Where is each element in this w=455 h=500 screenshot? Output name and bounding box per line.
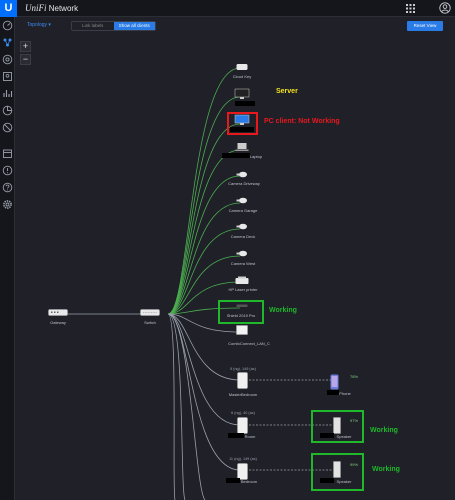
speaker1-client-icon[interactable]	[333, 417, 341, 434]
laptop-icon[interactable]	[235, 142, 249, 152]
gateway-device-icon[interactable]	[48, 309, 68, 316]
laptop-label: Laptop	[249, 154, 263, 159]
printer-label: HP Laser printer	[228, 287, 258, 292]
speaker2-signal-percent: 99%	[350, 462, 359, 467]
speaker1-signal-percent: 97%	[350, 418, 359, 423]
server-redacted-name	[235, 101, 255, 106]
camera-west-label: Camera West	[230, 261, 256, 266]
ap-masterbedroom-label: MasterBedroom	[228, 392, 258, 397]
pc-client-annotation: PC client: Not Working	[264, 118, 340, 125]
ap-bedroom-channels: 11 (ng), 149 (ac)	[229, 457, 257, 461]
ap-room-channels: 6 (ng), 40 (ac)	[231, 411, 255, 415]
printer-icon[interactable]	[235, 276, 249, 285]
switch-device-icon[interactable]	[140, 309, 160, 316]
ap-room-icon[interactable]	[237, 417, 248, 434]
link-offscreen-1	[167, 313, 206, 500]
camera-west-icon[interactable]	[236, 249, 248, 258]
camera-garage-icon[interactable]	[236, 196, 248, 205]
pc-client-monitor-icon[interactable]	[234, 114, 250, 126]
phone-label: Phone	[339, 391, 351, 396]
ap-room-redacted-name	[228, 433, 244, 438]
speaker1-annotation: Working	[370, 427, 398, 434]
switch-label: Switch	[144, 320, 156, 325]
speaker2-client-icon[interactable]	[333, 461, 341, 478]
speaker1-label: Speaker	[336, 434, 352, 439]
speaker2-annotation: Working	[372, 466, 400, 473]
phone-signal-percent: 78%	[350, 374, 359, 379]
camera-deck-icon[interactable]	[236, 222, 248, 231]
phone-client-icon[interactable]	[330, 374, 339, 390]
ap-bedroom-label: Bedroom	[240, 479, 258, 484]
shield-label: Shield 2019 Pro	[226, 313, 256, 318]
shield-device-icon[interactable]	[236, 304, 248, 308]
link-offscreen-3	[167, 313, 176, 500]
ap-masterbedroom-icon[interactable]	[237, 372, 248, 389]
comfoconnect-label: ComfoConnect_LAN_C	[228, 341, 270, 346]
unifi-network-app: U UniFi Network Topology ▾ Link labels S…	[0, 0, 455, 500]
wired-links	[167, 67, 241, 315]
ap-room-label: Room	[244, 434, 256, 439]
laptop-redacted-name	[222, 153, 250, 158]
topology-links	[58, 67, 333, 500]
camera-deck-label: Camera Deck	[230, 234, 256, 239]
phone-redacted-name	[327, 390, 339, 395]
comfoconnect-device-icon[interactable]	[236, 325, 248, 335]
camera-driveway-icon[interactable]	[236, 170, 248, 179]
server-monitor-icon[interactable]	[234, 88, 250, 100]
camera-driveway-label: Camera Driveway	[228, 181, 260, 186]
ap-masterbedroom-channels: 5 (ng), 149 (ac)	[230, 367, 256, 371]
cloud-key-device-icon[interactable]	[236, 63, 248, 71]
speaker1-redacted-name	[320, 433, 334, 438]
pc-client-redacted-name	[230, 127, 254, 132]
ap-bedroom-redacted-name	[226, 478, 240, 483]
gateway-label: Gateway	[50, 320, 66, 325]
speaker2-label: Speaker	[336, 479, 352, 484]
speaker2-redacted-name	[320, 478, 334, 483]
server-annotation: Server	[276, 88, 298, 95]
shield-annotation: Working	[269, 307, 297, 314]
camera-garage-label: Camera Garage	[228, 208, 258, 213]
cloud-key-label: Cloud Key	[232, 74, 252, 79]
link-cloud-key	[167, 67, 241, 315]
